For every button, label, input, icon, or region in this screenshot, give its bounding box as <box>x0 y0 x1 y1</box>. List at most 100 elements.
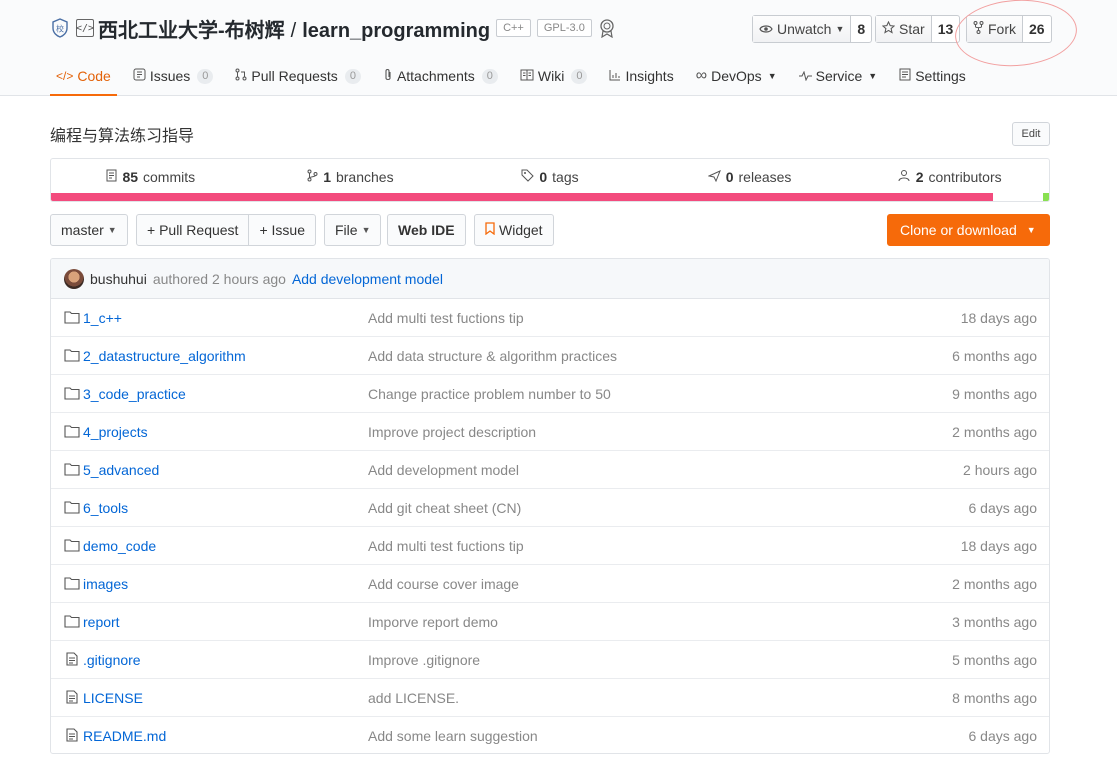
file-commit-message[interactable]: Imporve report demo <box>368 614 498 630</box>
watch-button-group[interactable]: Unwatch ▼ 8 <box>752 15 873 43</box>
tab-settings[interactable]: Settings <box>893 56 972 96</box>
star-button-group[interactable]: Star 13 <box>875 15 961 43</box>
branches-count: 1 <box>323 168 331 185</box>
watch-count[interactable]: 8 <box>851 16 871 42</box>
language-tag[interactable]: C++ <box>496 19 531 37</box>
tab-pull-requests[interactable]: Pull Requests 0 <box>229 56 367 96</box>
file-icon <box>64 652 80 666</box>
folder-icon <box>64 614 80 628</box>
file-name-link[interactable]: LICENSE <box>83 690 143 706</box>
file-row[interactable]: 3_code_practice Change practice problem n… <box>51 375 1049 413</box>
award-icon[interactable] <box>598 18 616 38</box>
tags-count: 0 <box>539 168 548 185</box>
latest-commit: bushuhui authored 2 hours ago Add develo… <box>51 259 1049 299</box>
file-commit-message[interactable]: Add multi test fuctions tip <box>368 538 524 554</box>
widget-button[interactable]: Widget <box>474 214 554 246</box>
file-name-link[interactable]: 2_datastructure_algorithm <box>83 348 246 364</box>
file-row[interactable]: 1_c++ Add multi test fuctions tip 18 days … <box>51 299 1049 337</box>
file-commit-message[interactable]: Add development model <box>368 462 519 478</box>
fork-count[interactable]: 26 <box>1023 16 1051 42</box>
repo-owner[interactable]: 西北工业大学-布树辉 <box>98 20 285 42</box>
unwatch-button[interactable]: Unwatch ▼ <box>753 16 852 42</box>
file-name-link[interactable]: report <box>83 614 120 630</box>
code-repo-icon: </> <box>76 19 94 37</box>
file-commit-age: 6 months ago <box>952 347 1037 364</box>
star-label: Star <box>899 21 925 37</box>
commits-link[interactable]: 85 commits <box>51 169 251 185</box>
file-row[interactable]: README.md Add some learn suggestion 6 days… <box>51 717 1049 753</box>
file-row[interactable]: 5_advanced Add development model 2 hours a… <box>51 451 1049 489</box>
file-name-link[interactable]: 3_code_practice <box>83 386 186 402</box>
file-menu-button[interactable]: File ▼ <box>324 214 382 246</box>
fork-button-group[interactable]: Fork 26 <box>966 15 1052 43</box>
contributors-link[interactable]: 2 contributors <box>849 169 1049 185</box>
file-row[interactable]: demo_code Add multi test fuctions tip 18 d… <box>51 527 1049 565</box>
file-commit-message[interactable]: Add course cover image <box>368 576 519 592</box>
tab-service[interactable]: Service ▼ <box>793 56 884 96</box>
widget-label: Widget <box>499 222 543 238</box>
file-name-link[interactable]: .gitignore <box>83 652 141 668</box>
chevron-down-icon: ▼ <box>361 225 371 235</box>
infinity-icon: ∞ <box>695 67 708 84</box>
tab-attachments[interactable]: Attachments 0 <box>377 56 504 96</box>
branches-link[interactable]: 1 branches <box>251 169 451 185</box>
license-tag[interactable]: GPL-3.0 <box>536 19 592 37</box>
file-row[interactable]: images Add course cover image 2 months ago <box>51 565 1049 603</box>
fork-button[interactable]: Fork <box>967 16 1023 42</box>
tab-devops[interactable]: ∞ DevOps ▼ <box>690 56 783 96</box>
tab-wiki-label: Wiki <box>537 68 565 84</box>
file-name-link[interactable]: 5_advanced <box>83 462 159 478</box>
file-commit-message[interactable]: Improve .gitignore <box>368 652 480 668</box>
tab-wiki[interactable]: Wiki 0 <box>514 56 594 96</box>
file-name-link[interactable]: demo_code <box>83 538 156 554</box>
file-name-link[interactable]: 1_c++ <box>83 310 122 326</box>
repo-name[interactable]: learn_programming <box>302 20 490 42</box>
new-pull-request-button[interactable]: + Pull Request <box>137 215 248 245</box>
tags-link[interactable]: 0 tags <box>450 169 650 185</box>
commits-label: commits <box>143 168 196 185</box>
clone-download-button[interactable]: Clone or download ▼ <box>887 214 1050 246</box>
web-ide-button[interactable]: Web IDE <box>387 214 466 246</box>
tab-issues[interactable]: Issues 0 <box>127 56 220 96</box>
file-name-link[interactable]: 4_projects <box>83 424 148 440</box>
star-icon <box>881 20 896 37</box>
file-row[interactable]: .gitignore Improve .gitignore 5 months ago <box>51 641 1049 679</box>
file-commit-message[interactable]: Add data structure & algorithm practices <box>368 348 617 364</box>
file-row[interactable]: 2_datastructure_algorithm Add data struct… <box>51 337 1049 375</box>
star-count[interactable]: 13 <box>932 16 960 42</box>
commit-time: authored 2 hours ago <box>152 270 286 287</box>
folder-icon <box>64 310 80 324</box>
fork-label: Fork <box>988 21 1016 37</box>
file-row[interactable]: report Imporve report demo 3 months ago <box>51 603 1049 641</box>
repo-full-name[interactable]: 西北工业大学-布树辉 / learn_programming <box>98 14 490 43</box>
file-commit-message[interactable]: Add git cheat sheet (CN) <box>368 500 521 516</box>
file-commit-age: 2 months ago <box>952 575 1037 592</box>
file-name-link[interactable]: images <box>83 576 128 592</box>
file-row[interactable]: 4_projects Improve project description 2 m… <box>51 413 1049 451</box>
branch-select[interactable]: master ▼ <box>50 214 128 246</box>
commit-author[interactable]: bushuhui <box>90 271 147 287</box>
file-commit-message[interactable]: Add multi test fuctions tip <box>368 310 524 326</box>
tab-attachments-label: Attachments <box>396 68 475 84</box>
avatar[interactable] <box>64 268 84 289</box>
file-commit-message[interactable]: Improve project description <box>368 424 536 440</box>
file-row[interactable]: LICENSE add LICENSE. 8 months ago <box>51 679 1049 717</box>
file-commit-message[interactable]: Change practice problem number to 50 <box>368 386 611 402</box>
repo-title: 校 </> 西北工业大学-布树辉 / learn_programming C++ G… <box>50 14 616 42</box>
tab-code[interactable]: </> Code <box>50 56 117 96</box>
file-commit-message[interactable]: Add some learn suggestion <box>368 728 538 744</box>
language-bar[interactable] <box>51 193 1049 201</box>
file-name-link[interactable]: 6_tools <box>83 500 128 516</box>
file-commit-age: 2 hours ago <box>963 461 1037 478</box>
file-commit-age: 5 months ago <box>952 651 1037 668</box>
new-issue-button[interactable]: + Issue <box>248 215 315 245</box>
edit-description-button[interactable]: Edit <box>1012 122 1050 146</box>
tab-insights[interactable]: Insights <box>603 56 679 96</box>
file-row[interactable]: 6_tools Add git cheat sheet (CN) 6 days ag… <box>51 489 1049 527</box>
releases-link[interactable]: 0 releases <box>650 169 850 185</box>
file-commit-message[interactable]: add LICENSE. <box>368 690 459 706</box>
file-name-link[interactable]: README.md <box>83 728 166 744</box>
commit-message[interactable]: Add development model <box>292 271 443 287</box>
repo-stats: 85 commits 1 branches 0 tags 0 releases … <box>50 158 1050 202</box>
star-button[interactable]: Star <box>876 16 932 42</box>
